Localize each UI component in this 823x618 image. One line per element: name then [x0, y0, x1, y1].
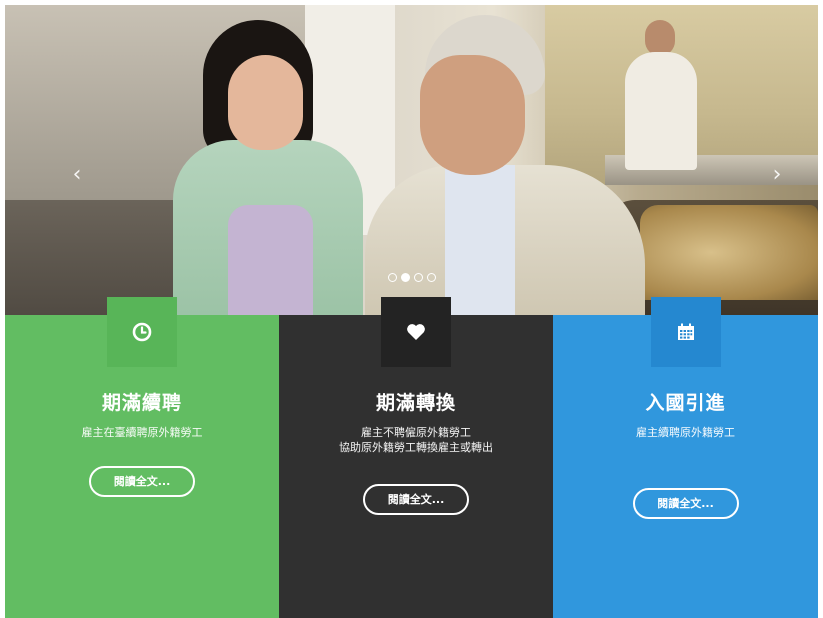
slider-pagination	[388, 273, 436, 282]
slider-dot-active[interactable]	[401, 273, 410, 282]
hero-photo-pillow	[640, 205, 818, 300]
panel-title: 期滿續聘	[101, 392, 182, 414]
panel-description: 雇主不聘僱原外籍勞工 協助原外籍勞工轉換雇主或轉出	[339, 426, 493, 454]
panel-description: 雇主在臺續聘原外籍勞工	[81, 426, 203, 439]
panel-description: 雇主續聘原外籍勞工	[636, 426, 735, 439]
slider-dot[interactable]	[427, 273, 436, 282]
panel-title: 入國引進	[645, 392, 726, 414]
heart-icon	[381, 297, 451, 367]
hero-photo-woman	[173, 20, 373, 315]
calendar-icon	[650, 297, 721, 367]
hero-slider: ‹ ›	[5, 5, 818, 315]
slider-dot[interactable]	[414, 273, 423, 282]
hero-photo-elderly-man	[365, 15, 645, 315]
panel-entry: 入國引進 雇主續聘原外籍勞工 閱讀全文...	[553, 297, 818, 618]
clock-icon	[107, 297, 177, 367]
panel-transfer: 期滿轉換 雇主不聘僱原外籍勞工 協助原外籍勞工轉換雇主或轉出 閱讀全文...	[279, 297, 553, 618]
slider-dot[interactable]	[388, 273, 397, 282]
slider-next-arrow-icon[interactable]: ›	[762, 160, 792, 190]
panel-title: 期滿轉換	[375, 392, 456, 414]
read-more-button[interactable]: 閱讀全文...	[363, 484, 469, 515]
service-panels: 期滿續聘 雇主在臺續聘原外籍勞工 閱讀全文... 期滿轉換 雇主不聘僱原外籍勞工…	[5, 297, 818, 618]
read-more-button[interactable]: 閱讀全文...	[632, 488, 739, 519]
panel-renewal: 期滿續聘 雇主在臺續聘原外籍勞工 閱讀全文...	[5, 297, 279, 618]
slider-prev-arrow-icon[interactable]: ‹	[62, 160, 92, 190]
read-more-button[interactable]: 閱讀全文...	[89, 466, 195, 497]
